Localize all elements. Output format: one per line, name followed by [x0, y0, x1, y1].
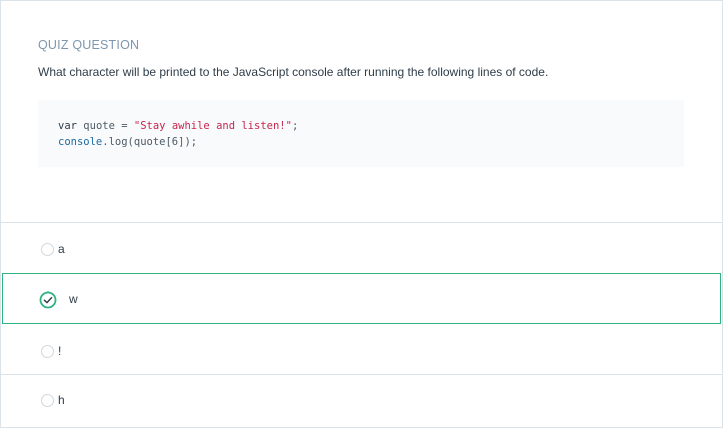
code-block: var quote = "Stay awhile and listen!"; c… [38, 100, 684, 167]
radio-empty-icon[interactable] [41, 243, 54, 256]
answer-option-a[interactable]: a [1, 223, 722, 273]
answer-option-h[interactable]: h [1, 375, 722, 425]
code-call: .log(quote[6]); [102, 136, 198, 148]
code-line-1: var quote = "Stay awhile and listen!"; [58, 120, 298, 132]
code-string: "Stay awhile and listen!" [133, 120, 292, 132]
option-label: ! [58, 344, 62, 358]
answer-option-exclamation[interactable]: ! [1, 325, 722, 375]
question-text: What character will be printed to the Ja… [38, 65, 549, 79]
radio-empty-icon[interactable] [41, 345, 54, 358]
code-operator: = [121, 120, 128, 132]
option-label: w [69, 292, 78, 306]
code-semicolon: ; [291, 120, 299, 132]
code-keyword: var [58, 120, 77, 132]
code-object: console [58, 136, 103, 148]
answer-option-w-selected[interactable]: w [2, 273, 721, 324]
quiz-header: QUIZ QUESTION [38, 38, 140, 52]
option-label: a [58, 242, 65, 256]
code-identifier: quote [83, 120, 115, 132]
code-line-2: console.log(quote[6]); [58, 136, 197, 148]
quiz-card: QUIZ QUESTION What character will be pri… [0, 0, 723, 428]
radio-empty-icon[interactable] [41, 394, 54, 407]
option-label: h [58, 393, 65, 407]
check-circle-icon[interactable] [39, 291, 57, 309]
